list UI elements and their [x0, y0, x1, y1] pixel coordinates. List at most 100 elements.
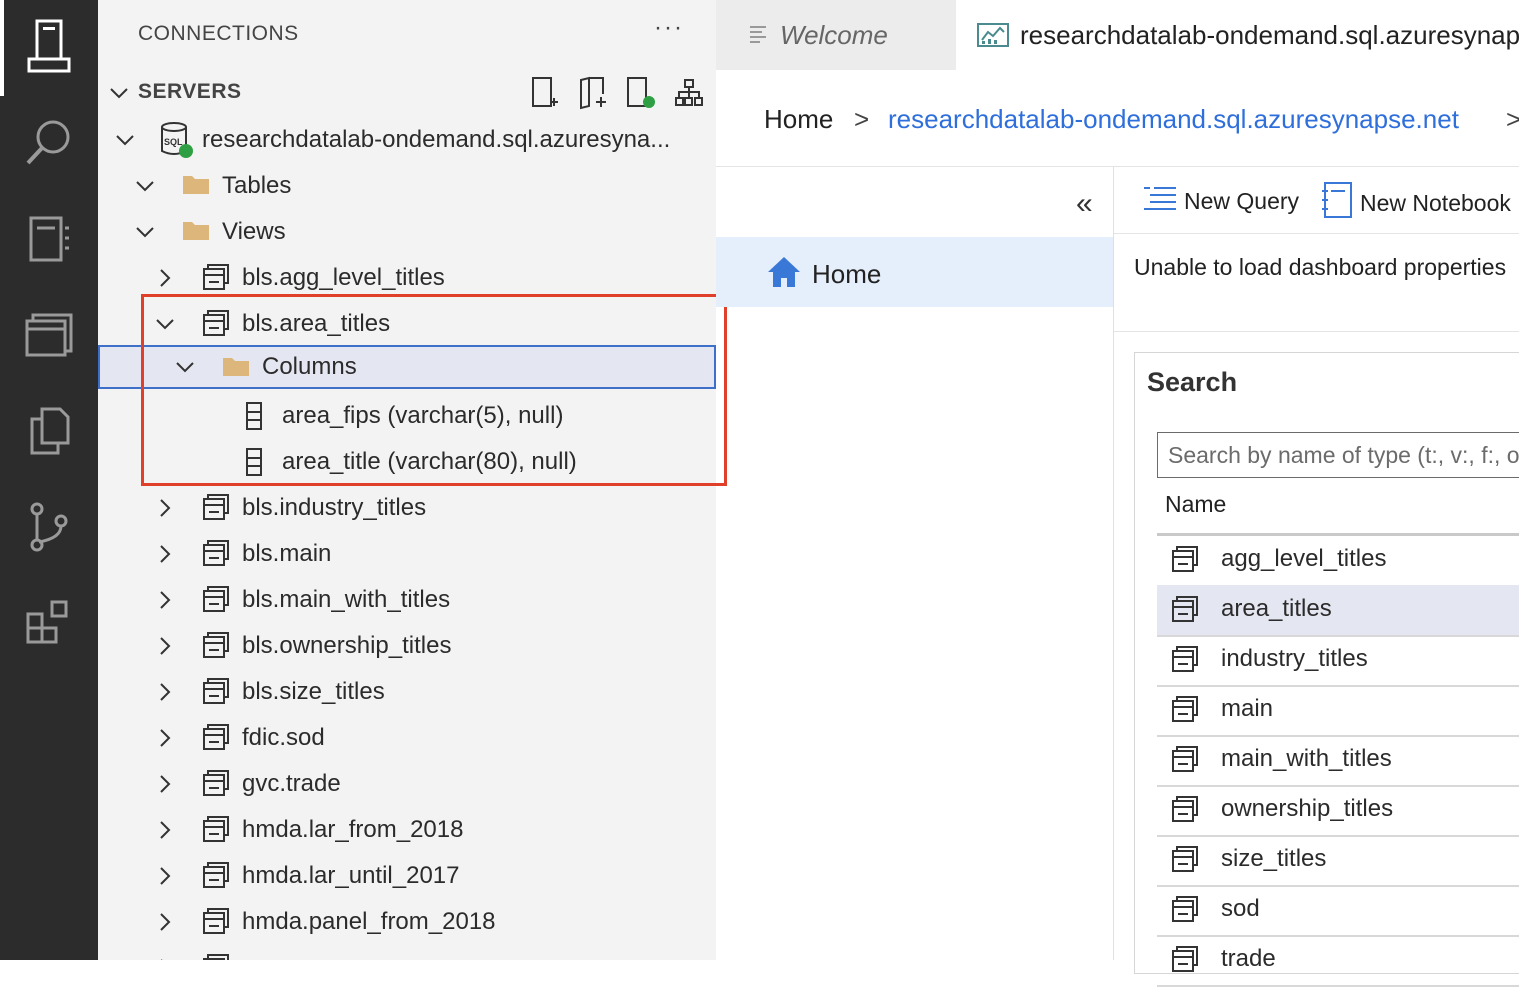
list-item-label: sod [1221, 895, 1260, 922]
search-input[interactable] [1157, 432, 1519, 478]
chevron-down-icon[interactable] [174, 356, 196, 383]
svg-text:SQL: SQL [164, 137, 183, 147]
list-item[interactable]: industry_titles [1157, 635, 1519, 687]
view-label: bls.area_titles [242, 310, 391, 337]
views-label: Views [222, 218, 286, 245]
column-node[interactable]: area_title (varchar(80), null) [98, 439, 716, 485]
server-name: researchdatalab-ondemand.sql.azuresyna..… [202, 126, 671, 153]
view-icon [1171, 545, 1199, 578]
nav-item-home[interactable]: Home [716, 237, 1113, 307]
column-label: area_title (varchar(80), null) [282, 448, 577, 475]
view-label: hmda.panel_from_2018 [242, 908, 496, 935]
view-node[interactable]: gvc.trade [98, 761, 716, 807]
chevron-right-icon[interactable] [154, 635, 176, 662]
view-node[interactable]: hmda.lar_until_2017 [98, 853, 716, 899]
servers-label: SERVERS [138, 80, 242, 103]
new-query-button[interactable]: New Query [1142, 185, 1299, 217]
folder-icon [222, 355, 250, 382]
view-node[interactable]: bls.industry_titles [98, 485, 716, 531]
chevron-down-icon[interactable] [114, 129, 136, 156]
tab-server-dashboard[interactable]: researchdatalab-ondemand.sql.azuresynaps… [956, 0, 1519, 70]
view-icon [202, 677, 230, 710]
chevron-right-icon[interactable] [154, 589, 176, 616]
list-item[interactable]: size_titles [1157, 835, 1519, 887]
new-server-group-icon[interactable] [576, 76, 610, 110]
list-item[interactable]: main_with_titles [1157, 735, 1519, 787]
view-icon [202, 631, 230, 664]
name-column-header[interactable]: Name [1157, 481, 1519, 536]
view-node[interactable]: bls.agg_level_titles [98, 255, 716, 301]
view-label: gvc.trade [242, 770, 341, 797]
chevron-down-icon[interactable] [134, 221, 156, 248]
dashboard-toolbar: New Query New Notebook [1114, 167, 1519, 234]
chevron-right-icon[interactable] [154, 727, 176, 754]
view-icon [202, 907, 230, 940]
view-node-expanded[interactable]: bls.area_titles [98, 301, 716, 347]
list-item[interactable]: ownership_titles [1157, 785, 1519, 837]
view-icon [1171, 795, 1199, 828]
notebook-icon[interactable] [20, 210, 78, 268]
view-node[interactable]: bls.ownership_titles [98, 623, 716, 669]
view-node[interactable]: hmda.panel_from_2018 [98, 899, 716, 945]
breadcrumb-home[interactable]: Home [764, 104, 833, 135]
breadcrumb-server-link[interactable]: researchdatalab-ondemand.sql.azuresynaps… [888, 104, 1459, 135]
list-item[interactable]: main [1157, 685, 1519, 737]
list-item[interactable]: trade [1157, 935, 1519, 987]
server-node[interactable]: SQL researchdatalab-ondemand.sql.azuresy… [98, 117, 716, 163]
chevron-right-icon[interactable] [154, 497, 176, 524]
new-notebook-button[interactable]: New Notebook [1320, 181, 1511, 225]
chevron-right-icon[interactable] [154, 911, 176, 938]
tab-welcome[interactable]: Welcome [716, 0, 956, 70]
search-icon[interactable] [20, 114, 78, 172]
view-icon [1171, 595, 1199, 628]
schema-tree-icon[interactable] [672, 76, 706, 110]
view-node[interactable]: bls.main_with_titles [98, 577, 716, 623]
column-icon [244, 401, 264, 436]
source-control-icon[interactable] [20, 498, 78, 556]
chevron-right-icon[interactable] [154, 267, 176, 294]
chevron-right-icon[interactable] [154, 819, 176, 846]
new-connection-icon[interactable] [528, 76, 562, 110]
active-connections-icon[interactable] [624, 76, 658, 110]
view-label: bls.size_titles [242, 678, 385, 705]
list-item-selected[interactable]: area_titles [1157, 585, 1519, 637]
breadcrumb-separator: > [854, 104, 870, 134]
view-icon [202, 861, 230, 894]
chevron-right-icon[interactable] [154, 543, 176, 570]
view-node[interactable]: fdic.sod [98, 715, 716, 761]
columns-folder-node[interactable]: Columns [98, 345, 716, 389]
tables-label: Tables [222, 172, 292, 199]
windows-icon[interactable] [20, 306, 78, 364]
sidebar-title: CONNECTIONS [138, 22, 299, 45]
collapse-button[interactable]: « [1076, 187, 1093, 221]
divider [1114, 331, 1519, 332]
extensions-icon[interactable] [20, 594, 78, 652]
nav-home-label: Home [812, 259, 882, 289]
view-node[interactable]: hmda.lar_from_2018 [98, 807, 716, 853]
view-node[interactable]: bls.main [98, 531, 716, 577]
chevron-right-icon[interactable] [154, 773, 176, 800]
list-item[interactable]: agg_level_titles [1157, 535, 1519, 587]
more-actions-button[interactable]: ··· [654, 14, 684, 42]
view-icon [202, 585, 230, 618]
view-label: bls.agg_level_titles [242, 264, 445, 291]
chevron-right-icon[interactable] [154, 865, 176, 892]
list-item[interactable]: sod [1157, 885, 1519, 937]
view-node[interactable]: bls.size_titles [98, 669, 716, 715]
chevron-down-icon[interactable] [154, 313, 176, 340]
column-node[interactable]: area_fips (varchar(5), null) [98, 393, 716, 439]
views-folder-node[interactable]: Views [98, 209, 716, 255]
chevron-down-icon[interactable] [134, 175, 156, 202]
tables-folder-node[interactable]: Tables [98, 163, 716, 209]
chevron-right-icon[interactable] [154, 681, 176, 708]
search-widget-title: Search [1147, 367, 1238, 397]
view-icon [1171, 945, 1199, 978]
view-node[interactable] [98, 945, 716, 960]
column-icon [244, 447, 264, 482]
search-widget: Search Name agg_level_titles area_titles… [1134, 352, 1519, 987]
list-item-label: ownership_titles [1221, 795, 1394, 822]
copy-icon[interactable] [20, 402, 78, 460]
chevron-down-icon[interactable] [108, 82, 130, 109]
servers-section-header[interactable]: SERVERS [98, 70, 716, 116]
connections-icon[interactable] [20, 18, 78, 76]
